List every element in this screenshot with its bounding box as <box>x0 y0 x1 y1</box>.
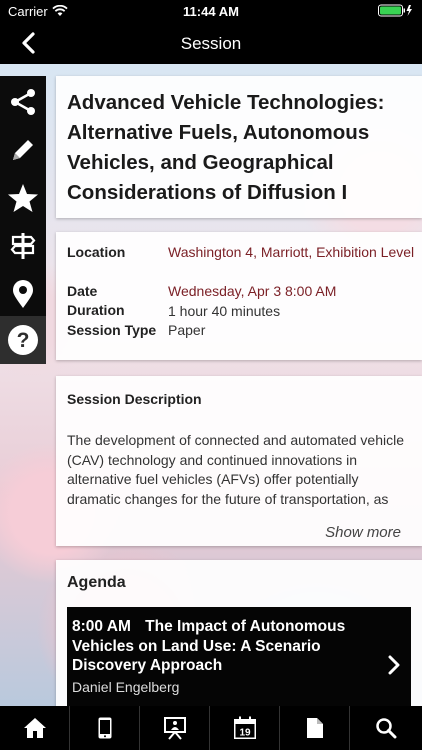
nav-title: Session <box>180 34 242 53</box>
tab-bar: 19 <box>0 706 422 750</box>
pencil-icon <box>13 140 33 160</box>
tab-calendar[interactable]: 19 <box>210 706 280 750</box>
home-icon <box>23 718 46 738</box>
tab-device[interactable] <box>70 706 140 750</box>
agenda-item-speaker: Daniel Engelberg <box>72 679 180 695</box>
star-icon <box>8 184 38 212</box>
description-heading: Session Description <box>67 391 202 407</box>
favorite-button[interactable] <box>0 174 46 222</box>
tab-home[interactable] <box>0 706 70 750</box>
description-text: The development of connected and automat… <box>67 432 405 507</box>
session-description-card: Session Description The development of c… <box>56 376 422 546</box>
agenda-item[interactable]: 8:00 AM The Impact of Autonomous Vehicle… <box>67 607 411 711</box>
tab-presentation[interactable] <box>140 706 210 750</box>
map-button[interactable] <box>0 270 46 318</box>
tab-search[interactable] <box>350 706 422 750</box>
calendar-day: 19 <box>239 728 251 739</box>
map-pin-icon <box>13 280 33 308</box>
presentation-icon <box>163 717 186 740</box>
help-icon: ? <box>8 325 38 355</box>
chevron-right-icon <box>388 655 400 675</box>
battery-icon <box>378 4 412 17</box>
agenda-heading: Agenda <box>67 574 126 591</box>
search-icon <box>376 718 397 739</box>
directions-button[interactable] <box>0 222 46 270</box>
status-bar: Carrier 11:44 AM <box>0 0 422 22</box>
duration-value: 1 hour 40 minutes <box>168 303 281 319</box>
session-details-card: Location Washington 4, Marriott, Exhibit… <box>56 232 422 360</box>
agenda-item-time: 8:00 AM <box>72 618 131 635</box>
show-more-link[interactable]: Show more <box>56 524 401 541</box>
notes-button[interactable] <box>0 126 46 174</box>
nav-bar: Session <box>0 22 422 64</box>
calendar-icon: 19 <box>233 716 256 739</box>
location-value[interactable]: Washington 4, Marriott, Exhibition Level <box>168 242 418 262</box>
share-button[interactable] <box>0 78 46 126</box>
clock: 11:44 AM <box>183 4 239 19</box>
document-icon <box>306 718 323 738</box>
mobile-device-icon <box>98 717 111 739</box>
session-type-label: Session Type <box>67 322 157 338</box>
session-title-card: Advanced Vehicle Technologies: Alternati… <box>56 76 422 218</box>
tab-documents[interactable] <box>280 706 350 750</box>
agenda-item-title-block: 8:00 AM The Impact of Autonomous Vehicle… <box>72 617 372 676</box>
session-title: Advanced Vehicle Technologies: Alternati… <box>67 91 385 204</box>
share-icon <box>11 89 35 115</box>
date-label: Date <box>67 283 98 299</box>
location-label: Location <box>67 244 126 260</box>
action-sidebar: ? <box>0 76 46 364</box>
date-value[interactable]: Wednesday, Apr 3 8:00 AM <box>168 281 418 301</box>
help-button[interactable]: ? <box>0 316 46 364</box>
signpost-icon <box>10 233 36 259</box>
duration-label: Duration <box>67 302 125 318</box>
session-type-value: Paper <box>168 322 206 338</box>
svg-text:?: ? <box>17 329 30 352</box>
